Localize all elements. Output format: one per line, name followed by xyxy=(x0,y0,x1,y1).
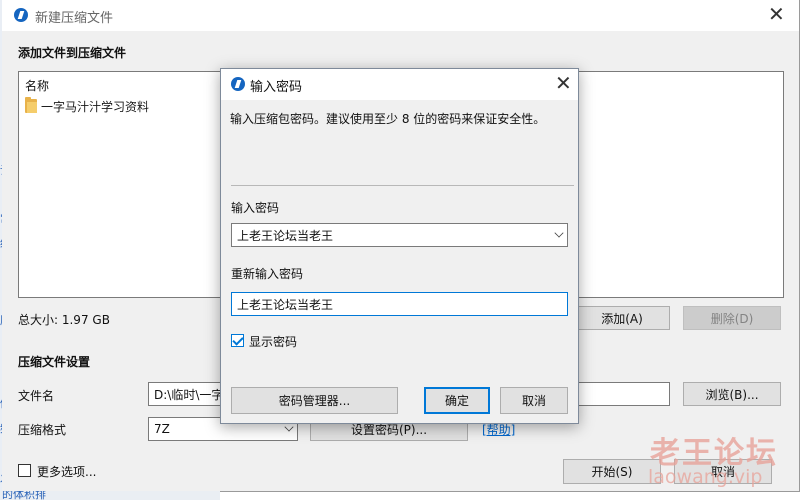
dialog-cancel-button[interactable]: 取消 xyxy=(500,387,568,414)
divider xyxy=(231,185,574,186)
add-button[interactable]: 添加(A) xyxy=(574,306,670,330)
column-header-name[interactable]: 名称 xyxy=(25,77,49,94)
password-manager-button[interactable]: 密码管理器... xyxy=(231,387,398,414)
show-password-label[interactable]: 显示密码 xyxy=(249,333,297,350)
reenter-password-input[interactable]: 上老王论坛当老王 xyxy=(231,292,568,316)
list-item-label: 一字马汁汁学习资料 xyxy=(41,99,150,114)
main-window-title: 新建压缩文件 xyxy=(35,11,114,26)
more-options-label[interactable]: 更多选项... xyxy=(37,463,96,480)
ok-button[interactable]: 确定 xyxy=(424,387,490,414)
dialog-title-bar: 输入密码 ✕ xyxy=(221,69,578,100)
app-logo-icon xyxy=(14,8,28,22)
password-dialog: 输入密码 ✕ 输入压缩包密码。建议使用至少 8 位的密码来保证安全性。 输入密码… xyxy=(220,68,579,424)
reenter-password-label: 重新输入密码 xyxy=(231,267,304,281)
password-input[interactable]: 上老王论坛当老王 xyxy=(231,223,568,247)
watermark-url: laowang.vip xyxy=(648,466,763,488)
close-icon[interactable]: ✕ xyxy=(768,4,785,24)
format-label: 压缩格式 xyxy=(18,423,67,437)
dialog-title: 输入密码 xyxy=(250,80,303,95)
main-title-bar: 新建压缩文件 ✕ xyxy=(2,0,799,31)
start-button[interactable]: 开始(S) xyxy=(563,459,661,484)
background-window-fragment: 的体积排 xyxy=(0,491,220,500)
app-logo-icon xyxy=(231,77,245,91)
folder-icon xyxy=(25,97,37,113)
password-value: 上老王论坛当老王 xyxy=(237,228,334,243)
list-item[interactable]: 一字马汁汁学习资料 xyxy=(25,97,149,115)
format-select-value: 7Z xyxy=(154,422,170,436)
dialog-description: 输入压缩包密码。建议使用至少 8 位的密码来保证安全性。 xyxy=(230,112,546,126)
password-label: 输入密码 xyxy=(231,201,280,215)
archive-settings-heading: 压缩文件设置 xyxy=(18,355,91,369)
show-password-checkbox[interactable] xyxy=(231,334,244,347)
close-icon[interactable]: ✕ xyxy=(555,73,572,93)
filename-label: 文件名 xyxy=(18,389,55,403)
total-size-label: 总大小: 1.97 GB xyxy=(18,313,110,327)
more-options-checkbox[interactable] xyxy=(18,464,31,477)
add-files-heading: 添加文件到压缩文件 xyxy=(18,46,127,60)
delete-button[interactable]: 删除(D) xyxy=(683,306,781,330)
chevron-down-icon xyxy=(554,228,564,238)
browse-button[interactable]: 浏览(B)... xyxy=(683,382,781,406)
